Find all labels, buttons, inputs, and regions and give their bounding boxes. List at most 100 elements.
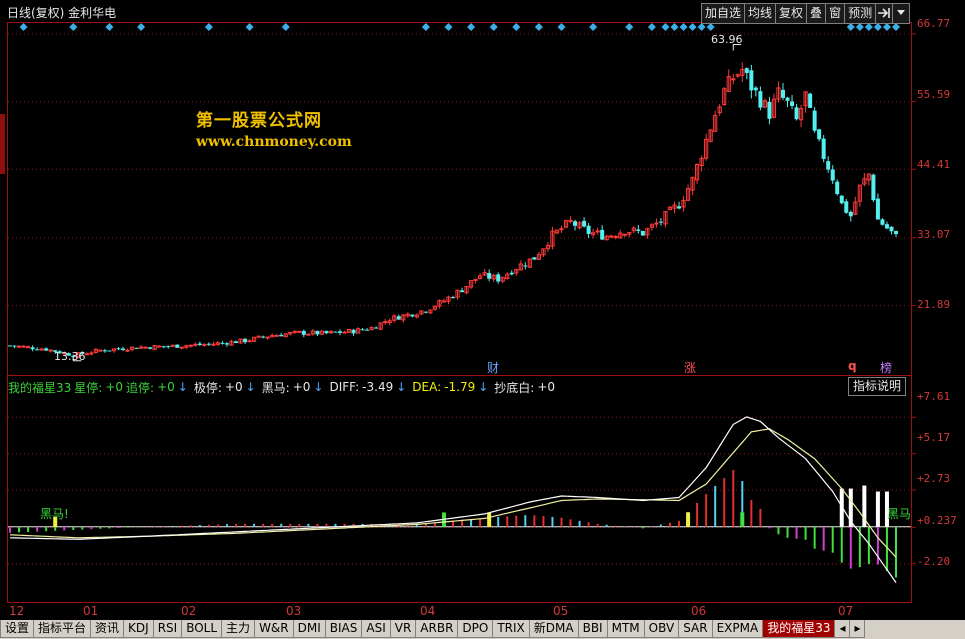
tab-scroll-left-icon[interactable]: ◂ (834, 620, 851, 638)
time-axis-label: 07 (838, 604, 854, 618)
candle-body (808, 93, 813, 108)
tab-dpo[interactable]: DPO (457, 620, 494, 638)
moving-average-button[interactable]: 均线 (744, 3, 777, 24)
tab-indicator-platform[interactable]: 指标平台 (33, 620, 92, 638)
signal-diamond (19, 23, 28, 31)
candle-body (16, 345, 22, 348)
tab-arbr[interactable]: ARBR (415, 620, 459, 638)
indicator-field-label: DEA: (412, 380, 442, 394)
tab-new-dma[interactable]: 新DMA (528, 620, 579, 638)
candle-body (790, 101, 795, 106)
candle-body (30, 347, 35, 350)
pin-right-icon[interactable] (875, 3, 894, 24)
signal-diamond (281, 23, 290, 31)
signal-diamond (625, 23, 634, 31)
candle-body (451, 297, 455, 299)
tab-news[interactable]: 资讯 (90, 620, 125, 638)
candle-body (148, 347, 153, 349)
signal-diamond (245, 23, 254, 31)
candle-body (48, 349, 53, 352)
time-axis-label: 05 (553, 604, 569, 618)
adjusted-price-button[interactable]: 复权 (775, 3, 808, 24)
candle-body (125, 349, 130, 352)
tab-scroll-right-icon[interactable]: ▸ (849, 620, 866, 638)
tab-expma[interactable]: EXPMA (711, 620, 764, 638)
tab-vr[interactable]: VR (389, 620, 417, 638)
tab-bbi[interactable]: BBI (577, 620, 608, 638)
tab-trix[interactable]: TRIX (492, 620, 530, 638)
tab-dmi[interactable]: DMI (292, 620, 326, 638)
tab-obv[interactable]: OBV (643, 620, 680, 638)
overlay-button[interactable]: 叠 (806, 3, 827, 24)
candle-body (753, 87, 758, 91)
candle-body (306, 333, 311, 336)
signal-diamond (444, 23, 453, 31)
stock-chart[interactable] (0, 0, 965, 639)
indicator-header: 我的福星33 星停: +0 追停: +0 ↓ 极停: +0 ↓ 黑马: +0 ↓ DIFF: -… (8, 379, 558, 395)
tab-sar[interactable]: SAR (678, 620, 713, 638)
candle-body (25, 346, 31, 349)
tab-rsi[interactable]: RSI (152, 620, 183, 638)
candle-body (532, 257, 537, 260)
add-watchlist-button[interactable]: 加自选 (701, 3, 746, 24)
candle-body (830, 169, 835, 181)
indicator-field-value: +0 (105, 380, 124, 394)
candle-body (374, 327, 379, 329)
candle-body (365, 329, 370, 331)
indicator-field-label: 星停: (74, 380, 103, 395)
tab-wr[interactable]: W&R (254, 620, 294, 638)
candle-body (654, 222, 659, 225)
candle-body (206, 343, 211, 345)
left-edge-tab[interactable] (0, 114, 5, 174)
time-axis-label: 02 (181, 604, 197, 618)
signal-diamond (512, 23, 521, 31)
chevron-down-icon[interactable] (892, 3, 911, 24)
tab-boll[interactable]: BOLL (181, 620, 223, 638)
chart-header: 日线(复权) 金利华电 (0, 0, 700, 22)
indicator-explain-button[interactable]: 指标说明 (848, 377, 907, 396)
candlestick-series (8, 43, 898, 362)
signal-diamond (670, 23, 679, 31)
candle-body (812, 110, 817, 131)
candle-body (143, 346, 148, 349)
candle-body (243, 338, 248, 343)
price-axis-label: 55.59 (917, 88, 951, 101)
forecast-button[interactable]: 预测 (844, 3, 877, 24)
tab-kdj[interactable]: KDJ (123, 620, 154, 638)
candle-body (758, 91, 763, 108)
low-price-label: 13.36 (54, 350, 86, 363)
candle-body (622, 233, 627, 236)
candle-body (234, 341, 239, 344)
finance-marker[interactable]: 财 (487, 359, 499, 376)
indicator-field-label: 追停: (126, 380, 155, 395)
indicator-field-label: 黑马: (261, 380, 290, 395)
candle-body (21, 345, 26, 348)
indicator-field-label: 极停: (193, 380, 222, 395)
ranking-marker[interactable]: 榜 (880, 359, 892, 376)
candle-body (826, 161, 831, 170)
candle-body (44, 348, 49, 351)
candle-body (161, 346, 166, 348)
candle-body (134, 347, 139, 349)
window-button[interactable]: 窗 (825, 3, 846, 24)
tab-main-force[interactable]: 主力 (221, 620, 256, 638)
indicator-axis-label: +7.61 (917, 390, 951, 403)
tab-asi[interactable]: ASI (361, 620, 391, 638)
indicator-name[interactable]: 我的福星33 (8, 379, 71, 396)
candle-body (613, 235, 618, 238)
candle-body (496, 274, 501, 282)
tab-mtm[interactable]: MTM (606, 620, 645, 638)
diff-line (9, 416, 897, 583)
tab-my-lucky-star-33[interactable]: 我的福星33 (762, 620, 836, 638)
candle-body (166, 346, 171, 348)
candle-body (844, 201, 849, 213)
time-axis-label: 01 (83, 604, 99, 618)
signal-diamond (557, 23, 566, 31)
rise-marker[interactable]: 涨 (684, 359, 696, 376)
candle-body (871, 174, 876, 201)
price-axis-label: 21.89 (917, 298, 951, 311)
tab-settings[interactable]: 设置 (0, 620, 35, 638)
candle-body (600, 229, 605, 240)
q-marker[interactable]: q (848, 359, 857, 373)
tab-bias[interactable]: BIAS (324, 620, 363, 638)
